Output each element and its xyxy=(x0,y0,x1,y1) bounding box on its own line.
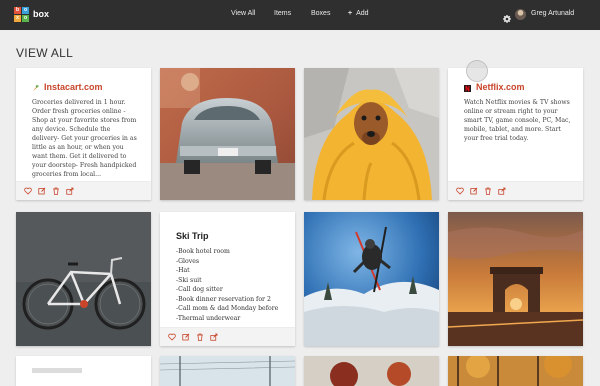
edit-icon[interactable] xyxy=(38,187,46,195)
plus-icon: + xyxy=(348,10,353,17)
card-action-bar xyxy=(16,181,151,200)
food-photo xyxy=(304,356,439,386)
link-card-netflix[interactable]: Netflix.com Watch Netflix movies & TV sh… xyxy=(448,68,583,200)
gear-icon[interactable] xyxy=(503,10,511,23)
nav-view-all[interactable]: View All xyxy=(231,10,255,17)
card-title: Netflix.com xyxy=(476,82,525,92)
edit-icon[interactable] xyxy=(470,187,478,195)
arc-de-triomphe-photo xyxy=(448,212,583,346)
image-card-partial[interactable] xyxy=(448,356,583,386)
mouse-cursor-highlight xyxy=(466,60,488,82)
card-title-link[interactable]: Instacart.com xyxy=(32,82,139,92)
share-icon[interactable] xyxy=(66,187,74,195)
note-line: -Hat xyxy=(176,267,190,274)
bicycle-photo xyxy=(16,212,151,346)
autumn-trees-photo xyxy=(448,356,583,386)
note-line: -Book dinner reservation for 2 xyxy=(176,295,271,303)
note-line: -Gloves xyxy=(176,257,200,265)
card-description: Groceries delivered in 1 hour. Order fre… xyxy=(32,99,137,178)
logo-letter: o xyxy=(22,15,29,22)
netflix-icon xyxy=(464,84,471,92)
image-card-skier[interactable] xyxy=(304,212,439,346)
heart-icon[interactable] xyxy=(168,333,176,341)
note-title: Ski Trip xyxy=(176,231,209,241)
nav-boxes[interactable]: Boxes xyxy=(311,10,330,17)
skier-jump-photo xyxy=(304,212,439,346)
note-line: -Book hotel room xyxy=(176,248,230,255)
note-title-partial xyxy=(32,368,82,373)
link-card-instacart[interactable]: Instacart.com Groceries delivered in 1 h… xyxy=(16,68,151,200)
image-card-partial[interactable] xyxy=(304,356,439,386)
note-line: -Ski suit xyxy=(176,276,202,284)
note-card-partial[interactable] xyxy=(16,356,151,386)
share-icon[interactable] xyxy=(210,333,218,341)
heart-icon[interactable] xyxy=(24,187,32,195)
card-action-bar xyxy=(160,327,295,346)
note-card-ski-trip[interactable]: Ski Trip -Book hotel room -Gloves -Hat -… xyxy=(160,212,295,346)
logo-letter: o xyxy=(22,7,29,14)
logo-letter: x xyxy=(14,15,21,22)
power-lines-photo xyxy=(160,356,295,386)
card-title: Instacart.com xyxy=(44,82,103,92)
avatar[interactable] xyxy=(515,9,526,20)
nav-add[interactable]: + Add xyxy=(348,10,369,17)
heart-icon[interactable] xyxy=(456,187,464,195)
image-card-car[interactable] xyxy=(160,68,295,200)
image-card-dog[interactable] xyxy=(304,68,439,200)
trash-icon[interactable] xyxy=(52,187,60,195)
card-description: Watch Netflix movies & TV shows online o… xyxy=(464,99,571,142)
card-title-link[interactable]: Netflix.com xyxy=(464,82,571,92)
user-name[interactable]: Greg Artunald xyxy=(531,10,574,17)
logo[interactable]: b o x o xyxy=(14,7,30,23)
card-action-bar xyxy=(448,181,583,200)
image-card-partial[interactable] xyxy=(160,356,295,386)
note-line: -Call dog sitter xyxy=(176,286,223,293)
brand-name[interactable]: box xyxy=(33,9,49,19)
vintage-car-photo xyxy=(160,68,295,200)
note-line: -Call mom & dad Monday before xyxy=(176,305,279,312)
dog-in-blanket-photo xyxy=(304,68,439,200)
image-card-bicycle[interactable] xyxy=(16,212,151,346)
trash-icon[interactable] xyxy=(196,333,204,341)
page-title: VIEW ALL xyxy=(16,46,74,60)
share-icon[interactable] xyxy=(498,187,506,195)
nav-add-label: Add xyxy=(356,10,369,17)
logo-letter: b xyxy=(14,7,21,14)
top-navigation-bar: b o x o box View All Items Boxes + Add Gr… xyxy=(0,0,600,30)
image-card-arc[interactable] xyxy=(448,212,583,346)
note-line: -Thermal underwear xyxy=(176,314,241,322)
edit-icon[interactable] xyxy=(182,333,190,341)
carrot-icon xyxy=(32,84,39,91)
trash-icon[interactable] xyxy=(484,187,492,195)
nav-items[interactable]: Items xyxy=(274,10,291,17)
